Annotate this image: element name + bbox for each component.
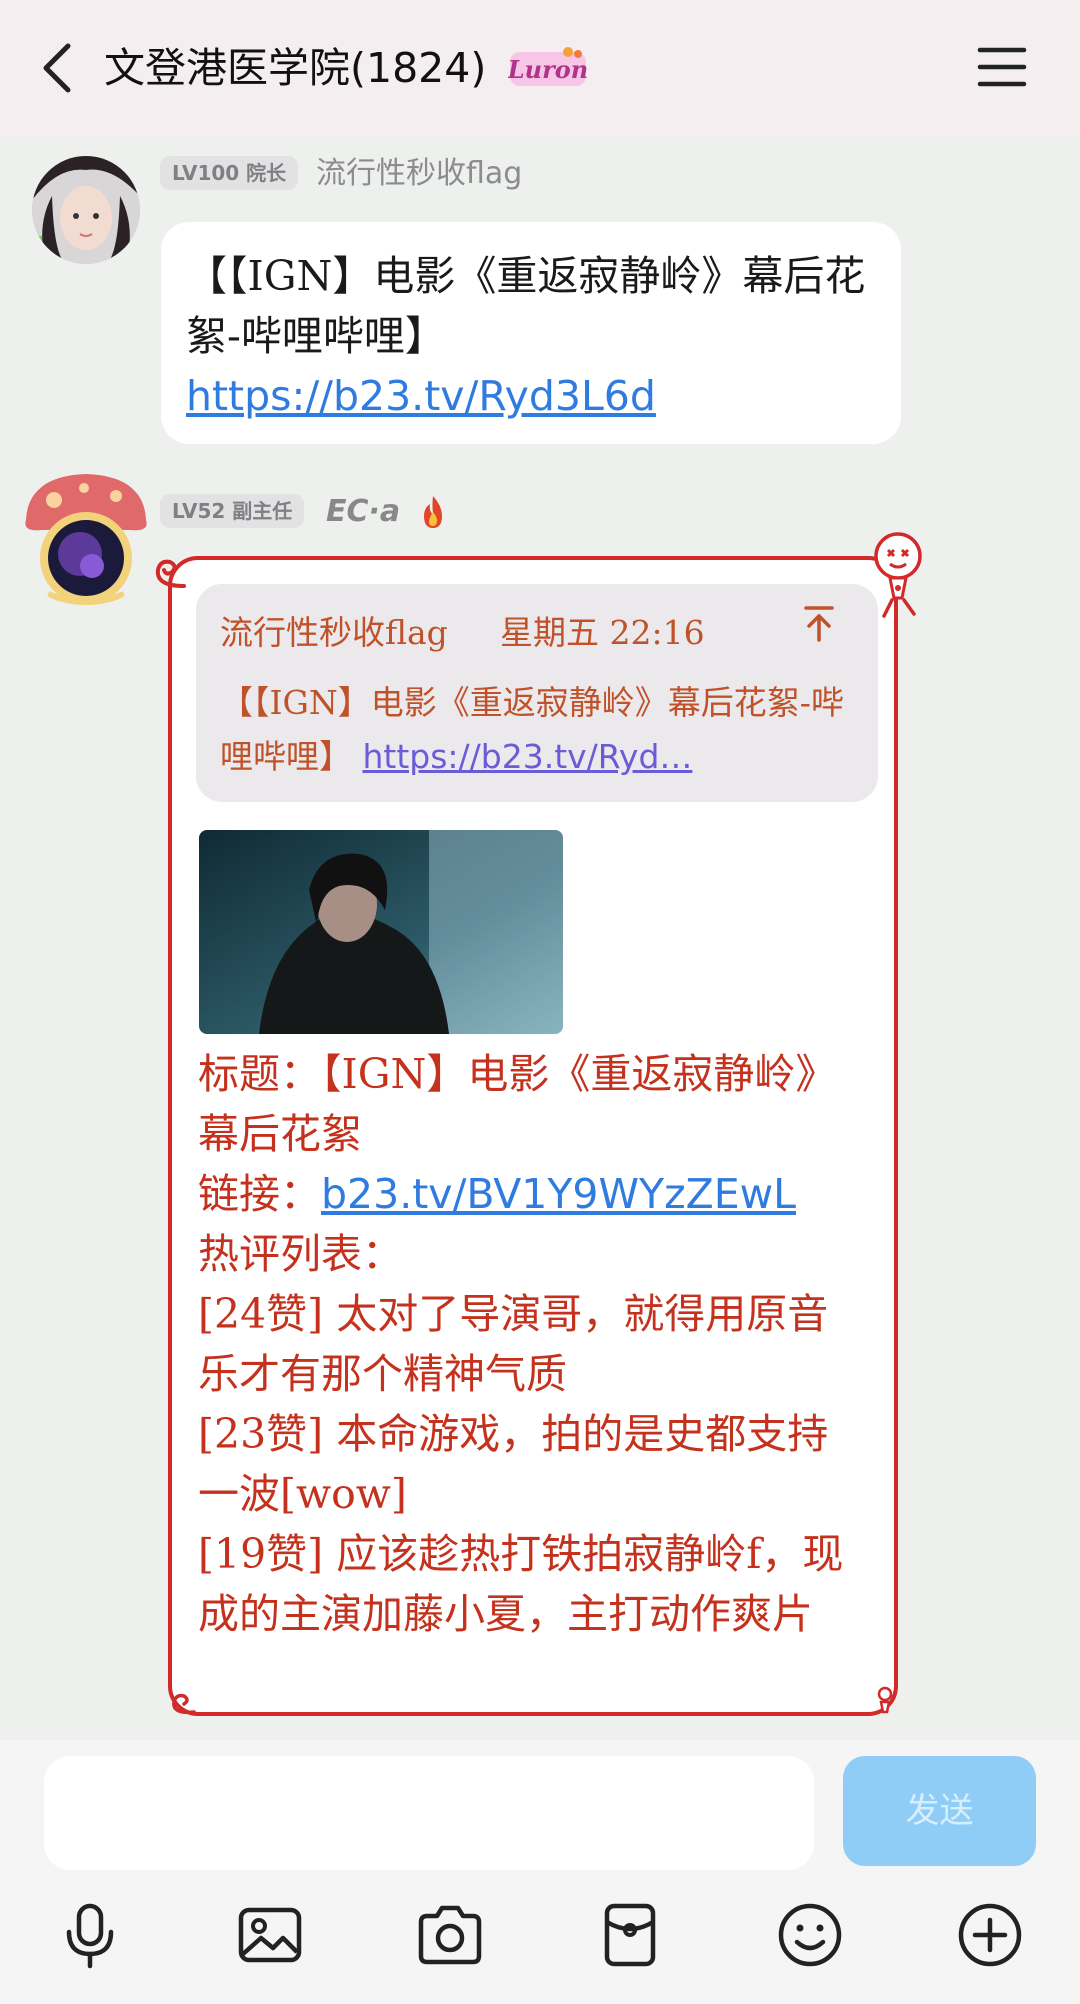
decorated-message-bubble[interactable]: 流行性秒收flag 星期五 22:16 【【IGN】电影《重返寂静岭》幕后花絮-… — [168, 556, 898, 1716]
card-link[interactable]: b23.tv/BV1Y9WYzZEwL — [321, 1170, 796, 1218]
card-link-line: 链接：b23.tv/BV1Y9WYzZEwL — [198, 1164, 848, 1224]
message-bubble[interactable]: 【【IGN】电影《重返寂静岭》幕后花絮-哔哩哔哩】 https://b23.tv… — [161, 222, 901, 444]
camera-icon[interactable] — [415, 1900, 485, 1970]
red-packet-icon[interactable] — [595, 1900, 665, 1970]
chevron-left-icon[interactable] — [34, 38, 84, 98]
link-preview-card: 标题：【IGN】电影《重返寂静岭》幕后花絮 链接：b23.tv/BV1Y9WYz… — [198, 1044, 848, 1644]
image-icon[interactable] — [235, 1900, 305, 1970]
small-doll-decoration-icon — [877, 1686, 893, 1714]
quoted-reply[interactable]: 流行性秒收flag 星期五 22:16 【【IGN】电影《重返寂静岭》幕后花絮-… — [196, 584, 878, 802]
swirl-decoration-icon — [155, 559, 186, 588]
quote-time: 星期五 22:16 — [500, 613, 705, 652]
input-area: 发送 — [0, 1740, 1080, 2004]
level-badge: LV52 副主任 — [160, 494, 305, 528]
group-title: 文登港医学院(1824) — [104, 44, 487, 92]
swirl-decoration-icon — [172, 1693, 196, 1715]
emoji-icon[interactable] — [775, 1900, 845, 1970]
message-input[interactable] — [44, 1756, 814, 1870]
plus-icon[interactable] — [955, 1900, 1025, 1970]
message-text: 【【IGN】电影《重返寂静岭》幕后花絮-哔哩哔哩】 https://b23.tv… — [186, 246, 886, 426]
svg-text:Luron: Luron — [508, 55, 588, 84]
card-link-label: 链接： — [198, 1170, 321, 1218]
sender-nickname[interactable]: EC·a — [326, 494, 400, 530]
send-button[interactable]: 发送 — [843, 1756, 1036, 1866]
chat-header: 文登港医学院(1824) Luron — [0, 0, 1080, 136]
luron-badge-icon: Luron — [508, 47, 588, 86]
message-content: 【【IGN】电影《重返寂静岭》幕后花絮-哔哩哔哩】 — [186, 252, 866, 360]
avatar[interactable] — [18, 470, 154, 608]
hamburger-menu-icon[interactable] — [976, 44, 1028, 90]
avatar[interactable] — [32, 156, 140, 264]
quote-author: 流行性秒收flag — [220, 613, 448, 652]
flame-icon — [424, 496, 442, 528]
level-badge: LV100 院长 — [160, 156, 299, 190]
hot-comment: [19赞] 应该趁热打铁拍寂静岭f，现成的主演加藤小夏，主打动作爽片 — [198, 1530, 844, 1638]
hot-comment: [23赞] 本命游戏，拍的是史都支持一波[wow] — [198, 1410, 829, 1518]
quote-text: 【【IGN】电影《重返寂静岭》幕后花絮-哔哩哔哩】 https://b23.tv… — [220, 676, 860, 784]
card-title: 标题：【IGN】电影《重返寂静岭》幕后花絮 — [198, 1050, 837, 1158]
video-thumbnail[interactable] — [199, 830, 563, 1034]
message-link[interactable]: https://b23.tv/Ryd3L6d — [186, 372, 656, 420]
arrow-up-to-top-icon[interactable] — [802, 604, 836, 644]
hot-comments-label: 热评列表： — [198, 1230, 403, 1278]
sender-nickname[interactable]: 流行性秒收flag — [316, 156, 522, 192]
quote-link[interactable]: https://b23.tv/Ryd… — [363, 737, 693, 776]
hot-comment: [24赞] 太对了导演哥，就得用原音乐才有那个精神气质 — [198, 1290, 829, 1398]
clown-doll-decoration-icon — [874, 532, 922, 618]
microphone-icon[interactable] — [55, 1900, 125, 1970]
